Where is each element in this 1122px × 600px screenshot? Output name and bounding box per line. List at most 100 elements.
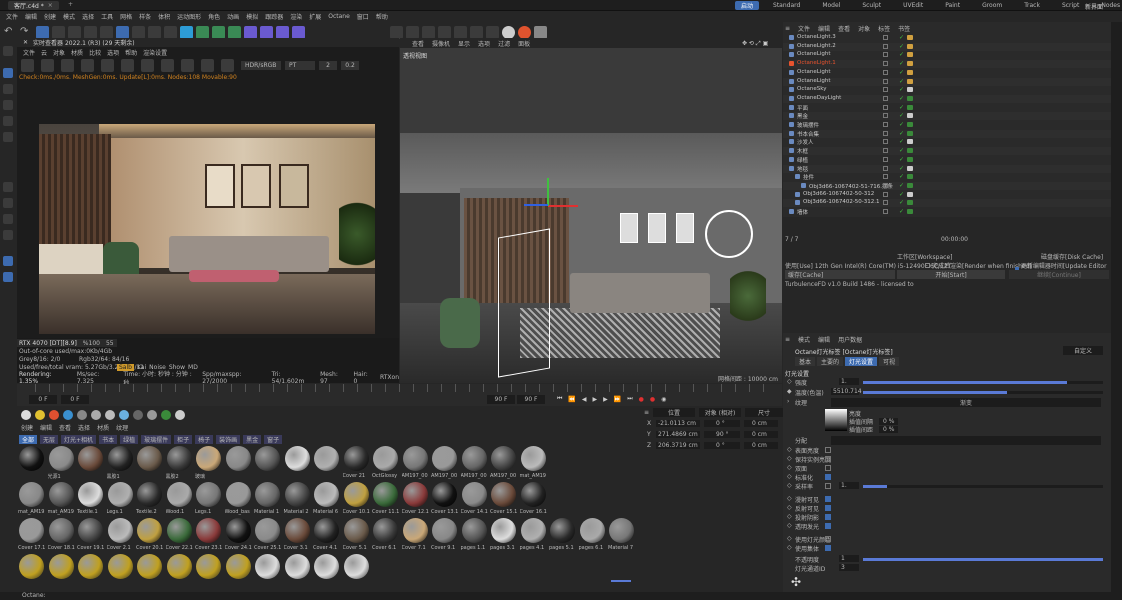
tag-icon[interactable] xyxy=(907,87,913,93)
layout-tab-sculpt[interactable]: Sculpt xyxy=(862,2,881,9)
temperature-slider[interactable] xyxy=(863,391,1103,394)
gradient-value[interactable]: 0 % xyxy=(879,426,899,433)
enabled-check-icon[interactable]: ✓ xyxy=(899,191,904,198)
checkbox-row[interactable]: ◇ 反射可见 xyxy=(785,504,1109,513)
vp-menu-view[interactable]: 查看 xyxy=(412,39,424,48)
tag-icon[interactable] xyxy=(907,78,913,84)
material-swatch[interactable] xyxy=(432,518,457,543)
render-picture-viewer-icon[interactable] xyxy=(148,25,161,39)
viewport-navigation-icons[interactable]: ✥ ⟲ ⤢ ▣ xyxy=(742,40,768,48)
material-swatch[interactable] xyxy=(402,482,428,507)
go-end-icon[interactable]: ⏭ xyxy=(627,395,632,403)
coords-menu-icon[interactable]: ≡ xyxy=(644,409,649,416)
material-swatch[interactable] xyxy=(166,482,192,507)
visibility-toggle-icon[interactable] xyxy=(883,35,888,40)
filter-books[interactable]: 书本 xyxy=(99,435,118,444)
material-zoom-slider[interactable] xyxy=(611,580,631,582)
vp-menu-cameras[interactable]: 摄像机 xyxy=(432,39,450,48)
light-icon[interactable] xyxy=(292,25,305,39)
object-row[interactable]: 玻璃摆件 ✓ xyxy=(783,121,1111,129)
stop-icon[interactable] xyxy=(81,58,94,72)
visibility-toggle-icon[interactable] xyxy=(883,174,888,180)
power-field[interactable]: 1. xyxy=(839,378,859,385)
checkbox-row[interactable]: ◇ 保持实例亮度 xyxy=(785,455,1109,464)
layout-tab-start[interactable]: 启动 xyxy=(735,1,760,10)
tag-icon[interactable] xyxy=(907,191,913,197)
material-swatch[interactable] xyxy=(284,446,310,471)
rotate-icon[interactable] xyxy=(84,25,97,39)
expand-icon[interactable]: › xyxy=(787,398,789,405)
filter-no-layer[interactable]: 无层 xyxy=(40,435,59,444)
opacity-row-field[interactable]: 1 xyxy=(839,555,859,562)
material-swatch[interactable] xyxy=(491,482,516,507)
menu-edit[interactable]: 编辑 xyxy=(25,12,37,21)
menu-extensions[interactable]: 扩展 xyxy=(309,12,321,21)
object-row[interactable]: OctaneLight ✓ xyxy=(783,77,1111,86)
menu-render[interactable]: 渲染 xyxy=(290,12,302,21)
filter-plants[interactable]: 绿植 xyxy=(120,435,139,444)
menu-volume[interactable]: 体积 xyxy=(158,12,170,21)
attr-menu-icon[interactable]: ≡ xyxy=(785,336,790,343)
make-editable-icon[interactable] xyxy=(3,46,13,56)
object-row[interactable]: 挂件 ✓ xyxy=(783,173,1111,181)
om-menu-file[interactable]: 文件 xyxy=(798,24,810,33)
checkbox[interactable] xyxy=(825,545,831,551)
coords-size-field[interactable]: 0 cm xyxy=(744,431,778,438)
checkbox[interactable] xyxy=(825,536,831,542)
checkbox-row[interactable]: ◇ 投射阴影 xyxy=(785,513,1109,522)
layout-tab-nodes[interactable]: Nodes xyxy=(1101,2,1120,9)
coords-rot-field[interactable]: 0 ° xyxy=(704,420,740,427)
mat-menu-texture[interactable]: 纹理 xyxy=(116,423,128,432)
create-material-icon[interactable] xyxy=(21,410,31,420)
visibility-toggle-icon[interactable] xyxy=(883,95,888,101)
tab-light-settings[interactable]: 灯光设置 xyxy=(845,357,878,366)
document-tab[interactable]: 客厅.c4d * × xyxy=(8,1,59,10)
material-swatch[interactable] xyxy=(19,482,44,507)
material-swatch[interactable] xyxy=(550,518,575,543)
mat-menu-create[interactable]: 创建 xyxy=(21,423,33,432)
distribution-field[interactable] xyxy=(831,436,1101,445)
om-menu-bookmarks[interactable]: 书签 xyxy=(898,24,910,33)
om-menu-tags[interactable]: 标签 xyxy=(878,24,890,33)
material-swatch[interactable] xyxy=(579,518,605,543)
visibility-toggle-icon[interactable] xyxy=(883,104,888,110)
undo-icon[interactable]: ↶ xyxy=(4,26,17,39)
solo-icon[interactable] xyxy=(3,198,13,208)
material-swatch[interactable] xyxy=(314,518,339,543)
region-render-icon[interactable] xyxy=(101,58,114,72)
enabled-check-icon[interactable]: ✓ xyxy=(899,95,904,102)
material-swatch[interactable] xyxy=(373,518,398,543)
subdivision-icon[interactable] xyxy=(212,25,225,39)
material-swatch[interactable] xyxy=(107,554,133,579)
timeline-start-field[interactable]: 0 F xyxy=(29,395,57,404)
emission-material-icon[interactable] xyxy=(49,410,59,420)
material-swatch[interactable] xyxy=(491,518,516,543)
mat-menu-view[interactable]: 查看 xyxy=(59,423,71,432)
add-tab-button[interactable]: + xyxy=(68,1,73,8)
tab-visibility[interactable]: 可视 xyxy=(879,357,900,366)
material-swatch[interactable] xyxy=(137,446,162,471)
layout-tab-standard[interactable]: Standard xyxy=(773,2,800,9)
workplane-icon[interactable] xyxy=(422,25,435,39)
enabled-check-icon[interactable]: ✓ xyxy=(899,156,904,163)
pen-icon[interactable] xyxy=(196,25,209,39)
visibility-toggle-icon[interactable] xyxy=(883,191,888,197)
cube-icon[interactable] xyxy=(180,25,193,39)
coordinate-system-icon[interactable] xyxy=(116,25,129,39)
tag-icon[interactable] xyxy=(907,69,913,75)
visibility-toggle-icon[interactable] xyxy=(883,130,888,136)
enabled-check-icon[interactable]: ✓ xyxy=(899,69,904,76)
object-row[interactable]: OctaneSky ✓ xyxy=(783,86,1111,94)
menu-animate[interactable]: 动画 xyxy=(227,12,239,21)
tag-icon[interactable] xyxy=(907,182,913,188)
visibility-toggle-icon[interactable] xyxy=(883,200,888,206)
tag-icon[interactable] xyxy=(907,52,913,58)
axis-mode-icon[interactable] xyxy=(3,182,13,192)
timeline-current-field[interactable]: 0 F xyxy=(61,395,89,404)
sample-rate-slider[interactable] xyxy=(863,485,1103,488)
visibility-toggle-icon[interactable] xyxy=(883,43,888,49)
object-row[interactable]: 沙发人 ✓ xyxy=(783,138,1111,146)
tag-icon[interactable] xyxy=(907,209,913,214)
menu-tools[interactable]: 工具 xyxy=(101,12,113,21)
enabled-check-icon[interactable]: ✓ xyxy=(899,173,904,180)
